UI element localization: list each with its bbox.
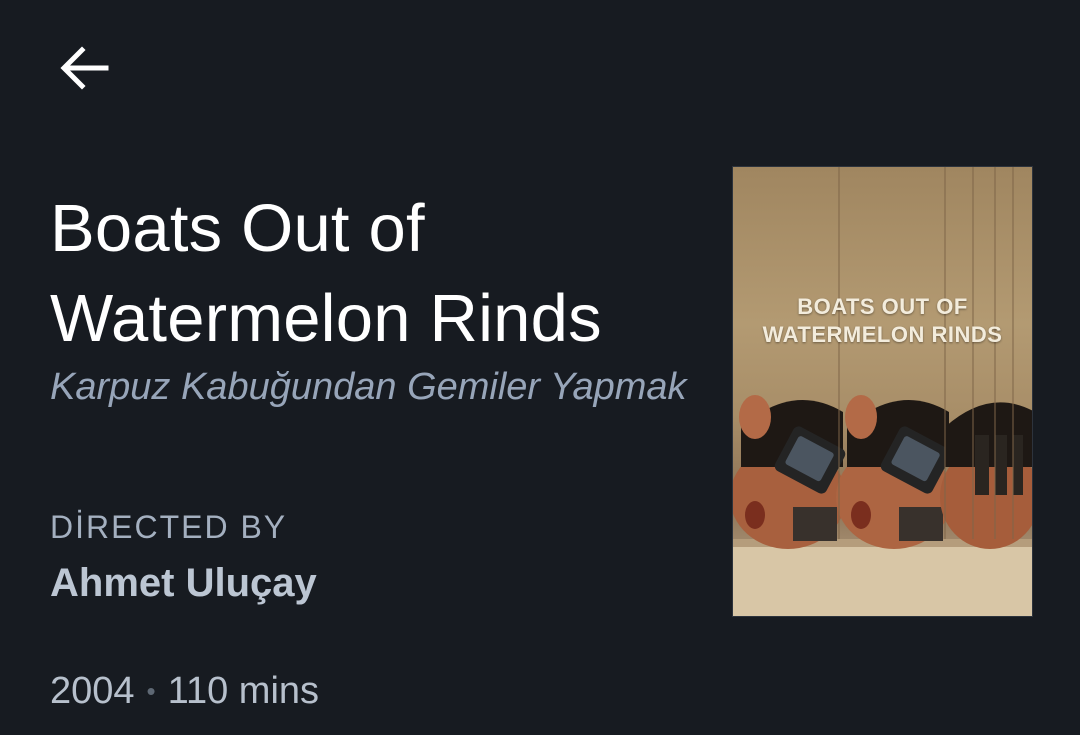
arrow-left-icon [60, 46, 109, 90]
directed-by-label: DİRECTED BY [50, 509, 288, 545]
poster-title: BOATS OUT OF WATERMELON RINDS [762, 294, 1003, 347]
director-link[interactable]: Ahmet Uluçay [50, 561, 317, 606]
runtime: 110 mins [167, 670, 320, 712]
meta-separator: • [146, 676, 156, 706]
original-title: Karpuz Kabuğundan Gemiler Yapmak [50, 366, 687, 408]
back-button[interactable] [52, 38, 116, 98]
film-poster[interactable]: BOATS OUT OF WATERMELON RINDS [732, 166, 1033, 617]
film-title: Boats Out of Watermelon Rinds [50, 191, 602, 356]
film-meta: 2004 • 110 mins [50, 670, 319, 713]
poster-artwork [733, 167, 1032, 616]
release-year[interactable]: 2004 [50, 670, 135, 713]
